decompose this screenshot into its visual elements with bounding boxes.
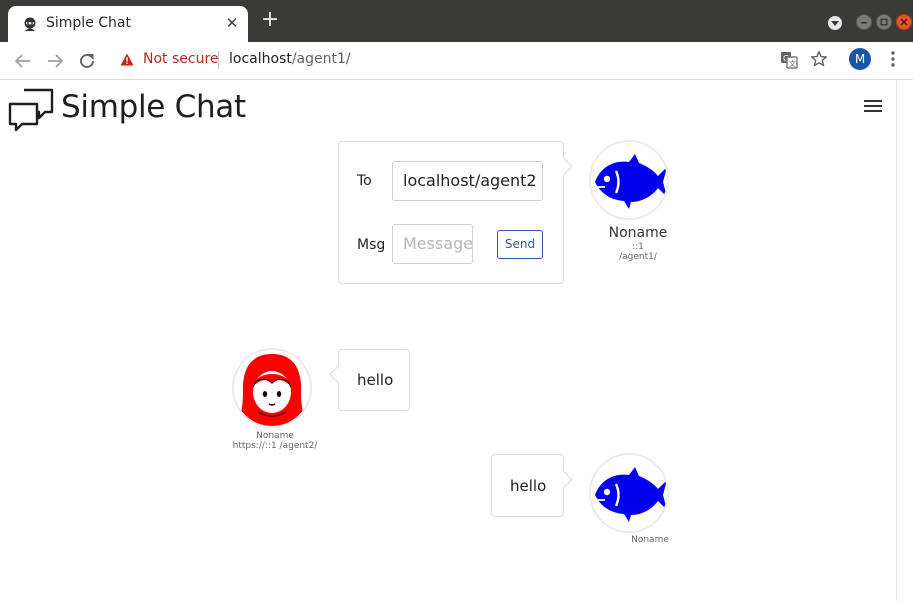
bookmark-star-icon[interactable] [810,50,828,68]
url-host: localhost [229,51,292,67]
incoming-message-bubble: hello [338,349,410,411]
security-status[interactable]: Not secure [143,51,219,67]
maximize-icon [880,18,888,26]
window-maximize-button[interactable] [876,14,892,30]
to-label: To [357,173,372,189]
app-title: Simple Chat [61,89,246,125]
url-path: /agent1/ [291,51,351,67]
self-avatar [589,140,669,220]
msg-label: Msg [357,237,386,253]
window-close-button[interactable] [896,14,912,30]
self-path: /agent1/ [619,252,657,262]
address-bar[interactable]: Not secure localhost/agent1/ G 文 [110,46,840,74]
fish-icon [595,467,667,522]
incognito-favicon-icon [24,17,36,31]
sender-address: https://::1 /agent2/ [232,441,318,451]
chat-bubbles-logo-icon [8,88,54,132]
recipient-self-avatar [589,453,669,533]
minimize-icon [861,22,867,24]
svg-text:文: 文 [789,59,796,68]
tab-title: Simple Chat [46,15,131,31]
compose-form: To localhost/agent2 Msg Message Send [338,141,564,284]
kebab-menu-icon[interactable] [884,50,902,68]
outgoing-message-bubble: hello [491,454,564,517]
hamburger-icon[interactable] [864,100,882,112]
fish-icon [595,154,667,209]
tab-close-icon[interactable]: ✕ [222,13,242,33]
send-button[interactable]: Send [497,230,543,259]
new-tab-button[interactable]: + [258,9,282,33]
browser-tabstrip: Simple Chat ✕ + [0,0,913,42]
sender-avatar [232,348,312,428]
window-menu-icon[interactable] [828,16,842,30]
back-icon[interactable] [12,50,34,72]
outgoing-message-text: hello [510,477,547,495]
incoming-message-text: hello [357,371,394,389]
window-minimize-button[interactable] [856,14,872,30]
close-icon [900,18,908,26]
reload-icon[interactable] [76,50,98,72]
self-name: Noname [608,225,668,241]
scrollbar-track[interactable] [896,80,897,601]
browser-tab[interactable]: Simple Chat ✕ [8,6,248,42]
omnibox-divider [218,51,219,69]
hooded-girl-icon [238,354,306,426]
warning-icon [120,53,134,66]
recipient-input[interactable]: localhost/agent2 [392,161,543,201]
message-input[interactable]: Message [392,224,473,264]
outgoing-sender-name: Noname [631,535,669,545]
translate-icon[interactable]: G 文 [780,51,798,69]
chat-page: Simple Chat To localhost/agent2 Msg Mess… [0,80,913,601]
profile-avatar-button[interactable]: M [849,48,871,70]
url-text[interactable]: localhost/agent1/ [229,51,351,67]
forward-icon[interactable] [44,50,66,72]
